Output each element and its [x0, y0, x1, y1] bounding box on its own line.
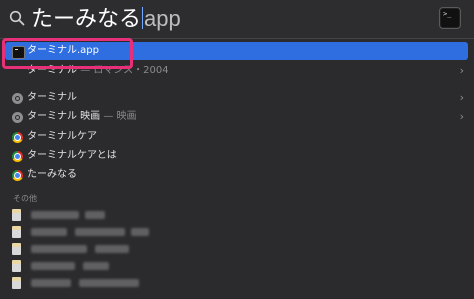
chevron-right-icon: ›: [459, 110, 464, 123]
spotlight-window: たーみなる app >_ ターミナル.app ターミナル — ロマンス・2004 …: [0, 0, 474, 299]
result-row-suggestion[interactable]: ターミナルケア: [5, 128, 468, 146]
terminal-preview-icon: >_: [439, 7, 461, 29]
document-icon: [12, 243, 21, 255]
search-query-text: たーみなる: [31, 7, 142, 32]
chrome-icon: [12, 151, 23, 162]
result-row-suggestion[interactable]: ターミナルケアとは: [5, 147, 468, 165]
blurred-result-row[interactable]: [5, 257, 468, 275]
result-label: ターミナルケアとは: [27, 150, 117, 161]
search-input[interactable]: たーみなる app: [31, 4, 181, 34]
result-row-suggestion[interactable]: たーみなる: [5, 166, 468, 184]
result-row-web-search[interactable]: ターミナル ›: [5, 89, 468, 107]
terminal-icon: [12, 46, 25, 59]
chevron-right-icon: ›: [459, 91, 464, 104]
result-row-terminal-app[interactable]: ターミナル.app: [5, 42, 468, 60]
document-icon: [12, 209, 21, 221]
document-icon: [12, 277, 21, 289]
search-bar[interactable]: たーみなる app >_: [0, 0, 474, 38]
result-label: たーみなる: [27, 169, 77, 180]
chevron-right-icon: ›: [459, 64, 464, 77]
search-icon: [12, 112, 23, 123]
result-meta: — ロマンス・2004: [80, 65, 169, 76]
blurred-result-row[interactable]: [5, 274, 468, 292]
divider: [0, 38, 474, 39]
result-row-web-search-movie[interactable]: ターミナル 映画 — 映画 ›: [5, 108, 468, 126]
result-row-movie[interactable]: ターミナル — ロマンス・2004 ›: [5, 62, 468, 80]
others-section-header: その他: [13, 194, 37, 203]
document-icon: [12, 260, 21, 272]
result-label: ターミナル: [27, 65, 77, 76]
search-completion-text: app: [144, 6, 181, 31]
chrome-icon: [12, 132, 23, 143]
result-label: ターミナル: [27, 92, 77, 103]
blurred-result-row[interactable]: [5, 240, 468, 258]
result-label: ターミナル 映画: [27, 111, 101, 122]
blurred-result-row[interactable]: [5, 223, 468, 241]
search-icon: [12, 93, 23, 104]
result-label: ターミナル.app: [27, 45, 100, 56]
text-caret: [142, 7, 144, 29]
chrome-icon: [12, 170, 23, 181]
search-icon: [9, 10, 25, 26]
result-label: ターミナルケア: [27, 131, 97, 142]
result-meta: — 映画: [103, 111, 137, 122]
document-icon: [12, 226, 21, 238]
blurred-result-row[interactable]: [5, 206, 468, 224]
